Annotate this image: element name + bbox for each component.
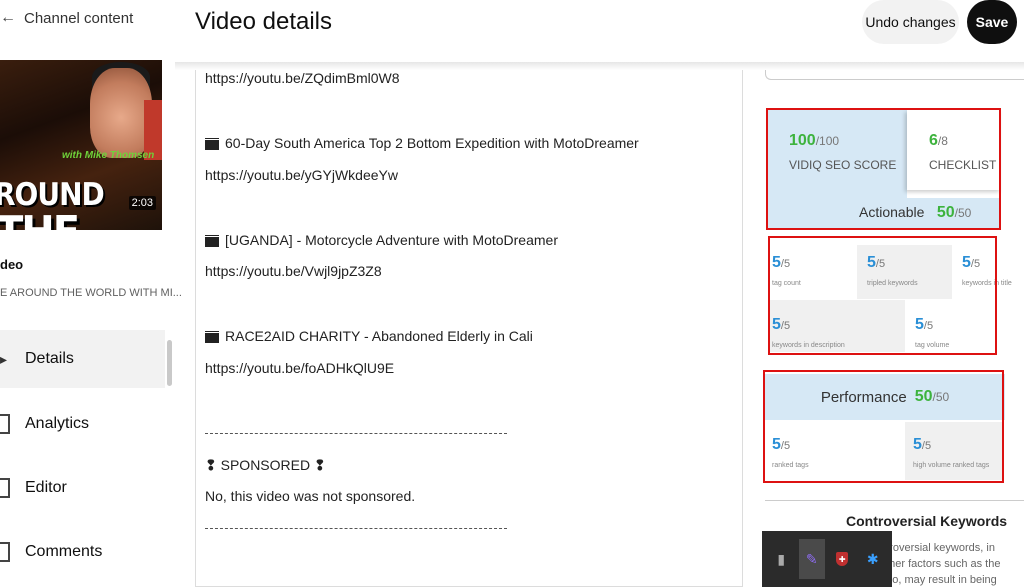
nav-details[interactable]: ▸ Details xyxy=(0,330,165,388)
nav-analytics-label: Analytics xyxy=(25,415,90,432)
panel-divider xyxy=(765,500,1024,501)
description-line: RACE2AID CHARITY - Abandoned Elderly in … xyxy=(205,328,533,344)
description-divider xyxy=(205,433,507,434)
description-link[interactable]: https://youtu.be/foADHkQlU9E xyxy=(205,360,394,376)
nav-editor-label: Editor xyxy=(25,479,67,496)
nav-comments[interactable]: Comments xyxy=(0,523,165,581)
video-label: deo xyxy=(0,257,24,272)
description-field[interactable]: https://youtu.be/ZQdimBml0W8 60-Day Sout… xyxy=(195,70,743,587)
exclamation-icon: ❢ xyxy=(313,457,326,473)
description-link[interactable]: https://youtu.be/yGYjWkdeeYw xyxy=(205,167,398,183)
pen-icon[interactable]: ✎ xyxy=(798,539,825,579)
sponsored-heading: ❢ SPONSORED ❢ xyxy=(205,457,326,473)
camera-icon[interactable]: ▮ xyxy=(768,539,794,579)
bluetooth-icon[interactable]: ✱ xyxy=(860,539,886,579)
highlight-box-seo xyxy=(766,108,1001,230)
save-button[interactable]: Save xyxy=(967,0,1017,44)
highlight-box-metrics xyxy=(768,236,997,355)
back-to-channel-content[interactable]: ← Channel content xyxy=(0,6,133,30)
description-link[interactable]: https://youtu.be/ZQdimBml0W8 xyxy=(205,70,400,86)
description-divider xyxy=(205,528,507,529)
exclamation-icon: ❢ xyxy=(205,457,217,473)
thumbnail-artwork xyxy=(4,64,7,74)
thumbnail-subtitle: with Mike Thomsen xyxy=(62,150,155,161)
panel-card-edge xyxy=(765,70,1024,80)
video-title: E AROUND THE WORLD WITH MI... xyxy=(0,287,182,299)
video-duration: 2:03 xyxy=(128,196,156,210)
system-tray-popup: ▮ ✎ ✚ ✱ xyxy=(762,531,892,587)
details-icon: ▸ xyxy=(0,350,8,367)
controversial-keywords-text: ntroversial keywords, in other factors s… xyxy=(880,542,1001,586)
clapperboard-icon xyxy=(205,137,219,150)
page-title: Video details xyxy=(195,8,332,35)
back-arrow-icon[interactable]: ← xyxy=(0,9,16,27)
description-line: 60-Day South America Top 2 Bottom Expedi… xyxy=(205,135,639,151)
nav-comments-label: Comments xyxy=(25,543,103,560)
back-label: Channel content xyxy=(24,9,134,27)
sidebar-scrollbar[interactable] xyxy=(167,340,172,386)
controversial-keywords-title: Controversial Keywords xyxy=(846,513,1008,529)
undo-changes-button[interactable]: Undo changes xyxy=(862,0,959,44)
thumbnail-line2: THE WORLD xyxy=(0,207,162,230)
nav-analytics[interactable]: Analytics xyxy=(0,395,165,453)
left-sidebar: ← Channel content with Mike Thomsen ROUN… xyxy=(0,0,182,587)
comments-icon xyxy=(0,542,10,562)
description-line: [UGANDA] - Motorcycle Adventure with Mot… xyxy=(205,232,558,248)
editor-icon xyxy=(0,478,10,498)
analytics-icon xyxy=(0,414,10,434)
sponsored-text: No, this video was not sponsored. xyxy=(205,488,416,504)
clapperboard-icon xyxy=(205,234,219,247)
header-shadow xyxy=(175,62,1024,70)
thumbnail-face xyxy=(90,68,152,158)
nav-editor[interactable]: Editor xyxy=(0,459,165,517)
video-thumbnail[interactable]: with Mike Thomsen ROUND THE WORLD 2:03 xyxy=(0,60,162,230)
clapperboard-icon xyxy=(205,330,219,343)
shield-icon[interactable]: ✚ xyxy=(829,539,855,579)
highlight-box-performance xyxy=(763,370,1004,483)
nav-details-label: Details xyxy=(25,350,74,367)
description-link[interactable]: https://youtu.be/Vwjl9jpZ3Z8 xyxy=(205,263,382,279)
